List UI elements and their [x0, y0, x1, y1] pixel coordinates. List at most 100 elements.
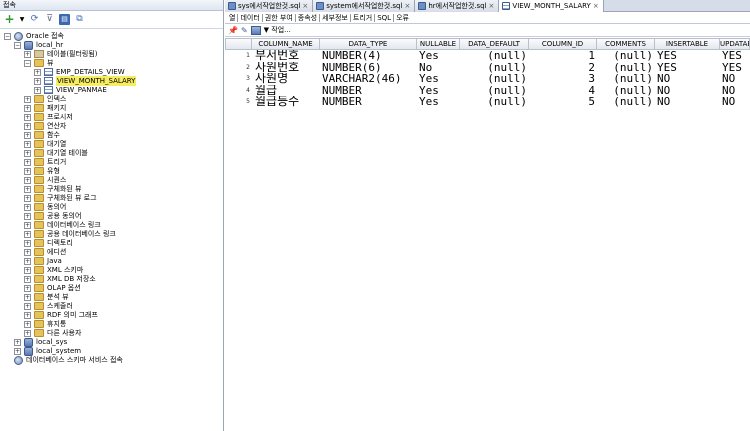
expand-icon[interactable]: + [24, 329, 31, 337]
editor-tab[interactable]: VIEW_MONTH_SALARY × [499, 0, 604, 12]
expand-icon[interactable]: + [24, 266, 31, 274]
folder-icon [34, 113, 44, 121]
add-dropdown-icon[interactable]: ▼ [19, 14, 25, 25]
table-cell: 5 [588, 96, 595, 107]
column-header[interactable]: INSERTABLE [655, 38, 720, 50]
column-header[interactable]: NULLABLE [417, 38, 460, 50]
collapse-icon[interactable]: − [14, 41, 21, 49]
tree-item-label: 테이블(필터링됨) [47, 50, 98, 58]
row-number: 4 [246, 86, 250, 94]
folder-icon [34, 59, 44, 67]
sub-tab[interactable]: 트리거 [351, 13, 376, 22]
expand-icon[interactable]: + [34, 77, 41, 85]
sub-tab[interactable]: 오류 [394, 14, 411, 22]
table-row[interactable]: 3사원명VARCHAR2(46)Yes(null)3(null)NONONO [225, 73, 750, 84]
close-icon[interactable]: × [489, 1, 495, 12]
column-header[interactable]: UPDATABLE [720, 38, 750, 50]
collapse-icon[interactable]: − [24, 59, 31, 67]
expand-icon[interactable]: + [24, 284, 31, 292]
edit-icon[interactable]: ✎ [241, 26, 248, 35]
expand-icon[interactable]: + [24, 275, 31, 283]
table-row[interactable]: 4월급NUMBERYes(null)4(null)NONONO [225, 85, 750, 96]
expand-icon[interactable]: + [14, 347, 21, 355]
editor-tab[interactable]: hr에서작업한것.sql × [415, 0, 500, 12]
expand-icon[interactable]: + [34, 86, 41, 94]
table-folder-icon [34, 50, 44, 58]
table-cell: (null) [487, 84, 527, 96]
table-cell: 4 [588, 84, 595, 96]
column-header[interactable]: COMMENTS [597, 38, 655, 50]
expand-icon[interactable]: + [24, 122, 31, 130]
expand-icon[interactable]: + [24, 221, 31, 229]
expand-icon[interactable]: + [24, 212, 31, 220]
close-icon[interactable]: × [404, 1, 410, 12]
expand-icon[interactable]: + [34, 68, 41, 76]
table-cell: NUMBER(4) [322, 50, 382, 61]
collapse-all-icon[interactable]: ⧉ [74, 14, 85, 25]
close-icon[interactable]: × [593, 1, 599, 12]
table-cell: YES [722, 50, 742, 61]
sql-worksheet-icon [316, 2, 325, 10]
table-cell: NO [657, 73, 671, 84]
editor-tab[interactable]: system에서작업한것.sql × [313, 0, 416, 12]
collapse-icon[interactable]: − [4, 32, 11, 40]
close-icon[interactable]: × [302, 1, 308, 12]
column-header[interactable]: DATA_DEFAULT [460, 38, 529, 50]
column-header[interactable]: COLUMN_NAME [252, 38, 320, 50]
table-row[interactable]: 5월급등수NUMBERYes(null)5(null)NONONO [225, 96, 750, 107]
expand-icon[interactable]: + [14, 338, 21, 346]
actions-menu[interactable]: ▼ 작업... [264, 25, 291, 35]
column-header[interactable]: COLUMN_ID [529, 38, 597, 50]
actions-icon[interactable] [250, 25, 261, 35]
filter-icon[interactable]: ⊽ [44, 14, 55, 25]
table-row[interactable]: 1부서번호NUMBER(4)Yes(null)1(null)YESYESYE [225, 50, 750, 61]
tree-item[interactable]: 데이터베이스 스키마 서비스 접속 [4, 355, 123, 365]
sub-tab[interactable]: 권한 부여 [263, 13, 296, 22]
schema-browser-icon[interactable]: ▤ [59, 14, 70, 25]
sub-tab[interactable]: 세부정보 [320, 13, 351, 22]
expand-icon[interactable]: + [24, 176, 31, 184]
expand-icon[interactable]: + [24, 248, 31, 256]
refresh-icon[interactable]: ⟳ [29, 14, 40, 25]
table-cell: NO [657, 84, 671, 96]
expand-icon[interactable]: + [24, 158, 31, 166]
view-icon [44, 86, 53, 94]
expand-icon[interactable]: + [24, 311, 31, 319]
table-cell: (null) [487, 73, 527, 84]
expand-icon[interactable]: + [24, 194, 31, 202]
connections-toolbar: + ▼ ⟳ ⊽ ▤ ⧉ [0, 11, 223, 29]
row-number: 2 [246, 63, 250, 71]
table-cell: 3 [588, 73, 595, 84]
expand-icon[interactable]: + [24, 167, 31, 175]
expand-icon[interactable]: + [24, 293, 31, 301]
expand-icon[interactable]: + [24, 239, 31, 247]
expand-icon[interactable]: + [24, 302, 31, 310]
expand-icon[interactable]: + [24, 113, 31, 121]
table-row[interactable]: 2사원번호NUMBER(6)No(null)2(null)YESYESYE [225, 62, 750, 73]
add-connection-icon[interactable]: + [4, 13, 15, 25]
expand-icon[interactable]: + [24, 149, 31, 157]
expand-icon[interactable]: + [24, 257, 31, 265]
expand-icon[interactable]: + [24, 131, 31, 139]
table-cell: NUMBER(6) [322, 61, 382, 73]
expand-icon[interactable]: + [24, 140, 31, 148]
table-cell: VARCHAR2(46) [322, 73, 402, 84]
expand-icon[interactable]: + [24, 320, 31, 328]
table-cell: No [419, 61, 433, 73]
sub-tab[interactable]: 종속성 [296, 13, 321, 22]
sub-tab[interactable]: 열 [227, 13, 239, 22]
editor-tab[interactable]: sys에서작업한것.sql × [225, 0, 314, 12]
table-cell: 2 [588, 61, 595, 73]
expand-icon[interactable]: + [24, 230, 31, 238]
expand-icon[interactable]: + [24, 104, 31, 112]
editor-tab-bar: sys에서작업한것.sql × system에서작업한것.sql × hr에서작업한것.… [225, 0, 750, 12]
row-number: 1 [246, 52, 250, 59]
sub-tab[interactable]: 데이터 [238, 13, 263, 22]
sub-tab[interactable]: SQL [375, 13, 395, 22]
expand-icon[interactable]: + [24, 185, 31, 193]
expand-icon[interactable]: + [24, 95, 31, 103]
expand-icon[interactable]: + [24, 203, 31, 211]
expand-icon[interactable]: + [24, 50, 31, 58]
pin-icon[interactable]: 📌 [228, 26, 238, 35]
column-header[interactable]: DATA_TYPE [320, 38, 417, 50]
